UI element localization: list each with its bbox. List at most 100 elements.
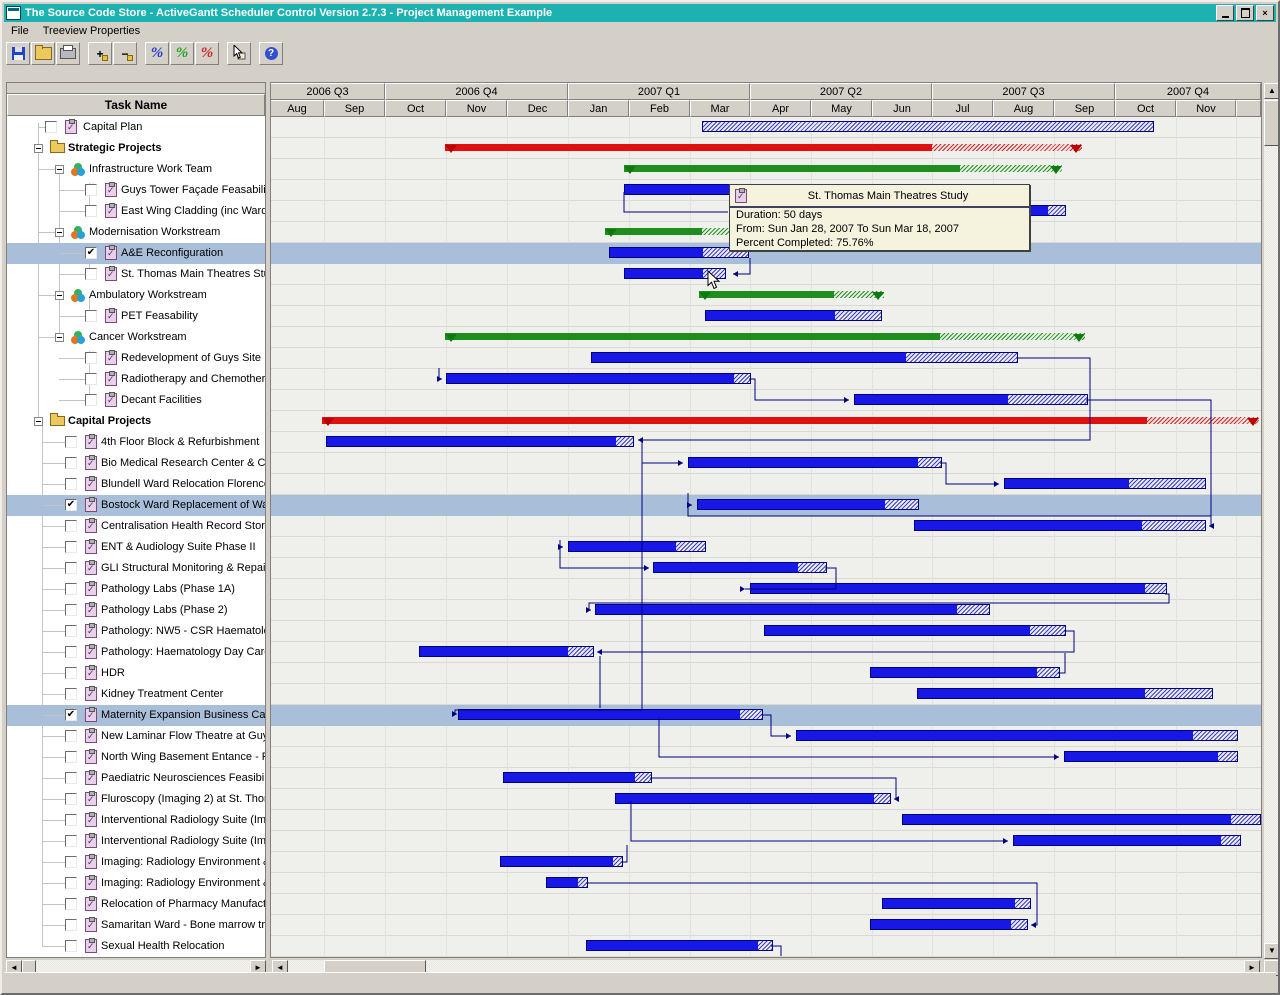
tree-row[interactable]: Strategic Projects <box>7 138 265 159</box>
task-bar[interactable] <box>870 667 1060 678</box>
task-bar[interactable] <box>870 919 1028 930</box>
tree-row[interactable]: Sexual Health Relocation <box>7 936 265 957</box>
tree-row[interactable]: Imaging: Radiology Environment & <box>7 852 265 873</box>
task-bar[interactable] <box>595 604 990 615</box>
timeline-month-cell[interactable]: Jan <box>568 100 629 117</box>
tree-row[interactable]: PET Feasability <box>7 306 265 327</box>
help-button[interactable]: ? <box>259 42 283 65</box>
tree-row[interactable]: Bio Medical Research Center & CRI <box>7 453 265 474</box>
timeline-quarter-cell[interactable]: 2007 Q2 <box>750 83 932 100</box>
timeline-month-cell[interactable]: Aug <box>270 100 324 117</box>
tree-row[interactable]: Pathology: Haematology Day Care <box>7 642 265 663</box>
menu-file[interactable]: File <box>4 23 36 39</box>
task-bar[interactable] <box>568 541 706 552</box>
task-checkbox[interactable] <box>65 562 77 574</box>
task-bar[interactable] <box>1013 835 1241 846</box>
task-checkbox[interactable] <box>65 814 77 826</box>
task-checkbox[interactable] <box>85 352 97 364</box>
tree-row[interactable]: 4th Floor Block & Refurbishment <box>7 432 265 453</box>
task-bar[interactable] <box>796 730 1238 741</box>
tree-row[interactable]: Redevelopment of Guys Site I <box>7 348 265 369</box>
task-checkbox[interactable]: ✔ <box>65 709 77 721</box>
tree-row[interactable]: Capital Projects <box>7 411 265 432</box>
percent-blue-button[interactable]: % <box>145 42 169 65</box>
task-bar[interactable] <box>764 625 1066 636</box>
tree-row[interactable]: Kidney Treatment Center <box>7 684 265 705</box>
task-checkbox[interactable] <box>65 835 77 847</box>
tree-row[interactable]: Imaging: Radiology Environment & <box>7 873 265 894</box>
task-bar[interactable] <box>458 709 763 720</box>
tree-row[interactable]: New Laminar Flow Theatre at Guy' <box>7 726 265 747</box>
timeline-month-cell[interactable] <box>1236 100 1261 117</box>
task-bar[interactable] <box>697 499 919 510</box>
collapse-expander[interactable] <box>55 333 64 342</box>
task-bar[interactable] <box>1004 478 1206 489</box>
task-bar[interactable] <box>419 646 594 657</box>
task-checkbox[interactable] <box>65 583 77 595</box>
task-checkbox[interactable] <box>65 457 77 469</box>
collapse-expander[interactable] <box>34 417 43 426</box>
task-checkbox[interactable] <box>65 751 77 763</box>
minimize-button[interactable] <box>1216 5 1234 21</box>
tree-row[interactable]: HDR <box>7 663 265 684</box>
tree-row[interactable]: Pathology: NW5 - CSR Haematolog <box>7 621 265 642</box>
task-bar[interactable] <box>609 247 749 258</box>
timeline-month-cell[interactable]: Dec <box>507 100 568 117</box>
task-checkbox[interactable] <box>65 625 77 637</box>
timeline-month-cell[interactable]: Aug <box>993 100 1054 117</box>
tree-row[interactable]: Pathology Labs (Phase 1A) <box>7 579 265 600</box>
menu-treeview-properties[interactable]: Treeview Properties <box>36 23 147 39</box>
zoom-in-button[interactable]: + <box>88 42 112 65</box>
task-checkbox[interactable] <box>85 184 97 196</box>
tree-row[interactable]: Blundell Ward Relocation Florence <box>7 474 265 495</box>
timeline-month-cell[interactable]: Mar <box>690 100 750 117</box>
task-checkbox[interactable] <box>65 919 77 931</box>
task-bar[interactable] <box>750 583 1167 594</box>
task-bar[interactable] <box>503 772 652 783</box>
select-mode-button[interactable] <box>227 42 251 65</box>
task-bar[interactable] <box>446 373 751 384</box>
tree-row[interactable]: ✔A&E Reconfiguration <box>7 243 265 264</box>
tree-row[interactable]: Ambulatory Workstream <box>7 285 265 306</box>
save-button[interactable] <box>6 42 30 65</box>
task-bar[interactable] <box>914 520 1206 531</box>
tree-row[interactable]: Relocation of Pharmacy Manufactu <box>7 894 265 915</box>
task-checkbox[interactable] <box>65 877 77 889</box>
task-checkbox[interactable] <box>85 268 97 280</box>
task-checkbox[interactable] <box>65 772 77 784</box>
tree-row[interactable]: Cancer Workstream <box>7 327 265 348</box>
tree-row[interactable]: Interventional Radiology Suite (Im <box>7 810 265 831</box>
chart-vscroll-up-button[interactable]: ▲ <box>1264 83 1280 99</box>
tree-row[interactable]: GLI Structural Monitoring & Repair <box>7 558 265 579</box>
timeline-quarter-cell[interactable]: 2007 Q1 <box>568 83 750 100</box>
task-bar[interactable] <box>1064 751 1238 762</box>
task-checkbox[interactable] <box>45 121 57 133</box>
task-bar[interactable] <box>882 898 1031 909</box>
tree-row[interactable]: Paediatric Neurosciences Feasibilit <box>7 768 265 789</box>
timeline-month-cell[interactable]: Sep <box>324 100 385 117</box>
timeline-month-cell[interactable]: Apr <box>750 100 811 117</box>
tree-row[interactable]: St. Thomas Main Theatres Stu <box>7 264 265 285</box>
timeline-month-cell[interactable]: Sep <box>1054 100 1115 117</box>
task-checkbox[interactable] <box>65 436 77 448</box>
task-checkbox[interactable] <box>65 940 77 952</box>
summary-bar[interactable] <box>699 291 884 298</box>
task-checkbox[interactable] <box>65 898 77 910</box>
task-bar[interactable] <box>688 457 942 468</box>
timeline-month-cell[interactable]: May <box>811 100 872 117</box>
task-checkbox[interactable]: ✔ <box>85 247 97 259</box>
close-button[interactable]: × <box>1256 5 1274 21</box>
task-checkbox[interactable] <box>65 541 77 553</box>
tree-row[interactable]: ✔Bostock Ward Replacement of Wal <box>7 495 265 516</box>
summary-bar[interactable] <box>445 144 1082 151</box>
chart-vscroll-thumb[interactable] <box>1264 100 1280 146</box>
task-bar[interactable] <box>591 352 1018 363</box>
tree-row[interactable]: Fluroscopy (Imaging 2) at St. Thor <box>7 789 265 810</box>
timeline-month-cell[interactable]: Jun <box>872 100 932 117</box>
zoom-out-button[interactable]: − <box>113 42 137 65</box>
task-bar[interactable] <box>705 310 882 321</box>
tree-row[interactable]: Centralisation Health Record Stora <box>7 516 265 537</box>
task-checkbox[interactable] <box>65 688 77 700</box>
timeline-quarter-cell[interactable]: 2006 Q4 <box>385 83 568 100</box>
task-bar[interactable] <box>326 436 634 447</box>
